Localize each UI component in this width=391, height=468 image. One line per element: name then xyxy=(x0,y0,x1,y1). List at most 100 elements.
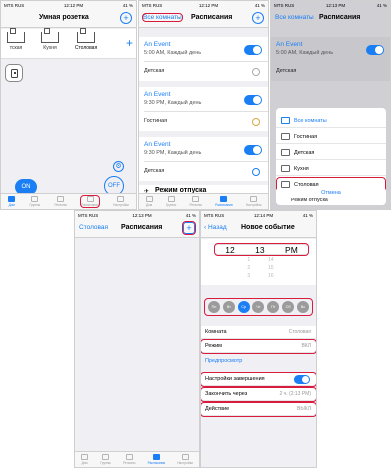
groups-icon xyxy=(102,454,109,460)
event-time: 5:00 AM, Каждый день xyxy=(276,50,334,56)
tab-home[interactable]: Дом xyxy=(81,454,89,465)
carrier-label: MTS RUS xyxy=(142,3,163,8)
day-fri[interactable]: Пт xyxy=(267,301,280,313)
action-row[interactable]: Действие ВЫКЛ xyxy=(201,402,316,417)
tab-home[interactable]: Дом xyxy=(145,196,153,207)
preview-link[interactable]: Предпросмотр xyxy=(201,355,316,368)
nav-bar: Все комнаты Расписания + xyxy=(139,10,268,28)
back-button[interactable]: ‹ Назад xyxy=(204,224,227,231)
settings-tab-icon xyxy=(250,196,258,202)
sofa-icon xyxy=(281,133,290,140)
add-room-icon[interactable]: + xyxy=(126,36,133,50)
plus-icon[interactable]: + xyxy=(120,12,132,24)
tab-schedules[interactable]: Расписания xyxy=(215,196,233,207)
phone-screen-new-event: MTS RUS 12:14 PM 41 % ‹ Назад Новое собы… xyxy=(200,210,317,468)
end-settings-row[interactable]: Настройки завершения xyxy=(201,372,316,387)
tab-regions[interactable]: Регионы xyxy=(123,454,135,465)
sheet-item-all-rooms[interactable]: Все комнаты xyxy=(276,114,386,128)
event-time: 9:30 PM, Каждый день xyxy=(144,150,202,156)
tab-groups[interactable]: Группы xyxy=(166,196,176,207)
mode-row[interactable]: Режим ВКЛ xyxy=(201,339,316,354)
day-tue[interactable]: Вт xyxy=(222,301,235,313)
schedule-item[interactable]: An Event 9:30 PM, Каждый день Детская xyxy=(139,137,268,181)
battery-label: 41 % xyxy=(302,213,313,218)
battery-label: 41 % xyxy=(376,3,387,8)
event-toggle[interactable] xyxy=(244,45,262,55)
settings-tab-icon xyxy=(181,454,189,460)
event-toggle[interactable] xyxy=(244,145,262,155)
carrier-label: MTS RUS xyxy=(204,213,225,218)
carrier-label: MTS RUS xyxy=(274,3,295,8)
socket-device-tile[interactable] xyxy=(5,64,23,82)
room-tab-dining[interactable]: Столовая xyxy=(73,28,99,59)
tab-groups[interactable]: Группы xyxy=(29,196,40,207)
room-tab-nursery[interactable]: тская xyxy=(3,28,29,59)
day-thu[interactable]: Чт xyxy=(252,301,265,313)
nav-bar: Столовая Расписания + xyxy=(75,220,199,238)
battery-label: 41 % xyxy=(122,3,133,8)
time-label: 12:12 PM xyxy=(198,3,219,8)
cancel-button[interactable]: Отмена xyxy=(276,188,386,198)
sheet-item-kitchen[interactable]: Кухня xyxy=(276,162,386,176)
picker-selected-row[interactable]: 12 13 PM xyxy=(214,243,309,256)
all-rooms-link[interactable]: Все комнаты xyxy=(275,14,314,21)
battery-label: 41 % xyxy=(254,3,265,8)
room-filter-link[interactable]: Столовая xyxy=(79,224,108,231)
tab-regions[interactable]: Регионы xyxy=(54,196,67,207)
time-picker[interactable]: 12 13 PM 1 14 2 15 3 16 xyxy=(201,239,316,285)
day-mon[interactable]: Пн xyxy=(208,301,220,313)
event-title: An Event xyxy=(144,141,171,148)
mode-value: ВКЛ xyxy=(301,343,311,349)
picker-ampm: PM xyxy=(285,244,298,255)
tab-settings[interactable]: Настройки xyxy=(177,454,193,465)
schedule-item-dimmed: An Event 5:00 AM, Каждый день Детская xyxy=(271,37,390,81)
event-room: Детская xyxy=(144,68,165,74)
dining-table-icon xyxy=(77,28,95,43)
page-title: Расписания xyxy=(191,14,233,21)
page-title: Расписания xyxy=(121,224,163,231)
bed-icon xyxy=(281,149,290,156)
end-settings-toggle[interactable] xyxy=(294,375,310,384)
sheet-item-living-room[interactable]: Гостиная xyxy=(276,130,386,144)
tab-schedules[interactable]: Расписания xyxy=(148,454,165,465)
plus-icon[interactable]: + xyxy=(182,221,196,235)
schedule-item[interactable]: An Event 5:00 AM, Каждый день Детская xyxy=(139,37,268,81)
plus-icon[interactable]: + xyxy=(252,12,264,24)
tab-settings[interactable]: Настройки xyxy=(246,196,261,207)
tab-settings[interactable]: Настройки xyxy=(113,196,129,207)
sheet-item-nursery[interactable]: Детская xyxy=(276,146,386,160)
day-sun[interactable]: Вс xyxy=(296,301,309,313)
room-row[interactable]: Комната Столовая xyxy=(201,326,316,339)
phone-screen-schedules-dining: MTS RUS 12:13 PM 41 % Столовая Расписани… xyxy=(74,210,200,468)
groups-icon xyxy=(167,196,175,202)
all-rooms-icon xyxy=(281,117,290,124)
status-bar: MTS RUS 12:12 PM 41 % xyxy=(1,1,136,10)
home-icon xyxy=(81,454,89,460)
event-toggle[interactable] xyxy=(244,95,262,105)
schedule-item[interactable]: An Event 9:30 PM, Каждый день Гостиная xyxy=(139,87,268,131)
time-label: 12:13 PM xyxy=(325,3,346,8)
page-title: Новое событие xyxy=(241,224,295,231)
settings-icon[interactable]: ⚙ xyxy=(113,161,124,172)
tab-home[interactable]: Дом xyxy=(8,196,16,207)
tab-schedules[interactable]: Расписания xyxy=(80,195,100,208)
time-label: 12:14 PM xyxy=(253,213,274,218)
day-wed[interactable]: Ср xyxy=(237,301,250,313)
room-label: Кухня xyxy=(43,45,57,51)
socket-icon xyxy=(11,69,18,78)
home-icon xyxy=(145,196,153,202)
room-label: Комната xyxy=(205,329,227,335)
room-tab-kitchen[interactable]: Кухня xyxy=(37,28,63,59)
tab-groups[interactable]: Группы xyxy=(100,454,111,465)
kitchen-icon xyxy=(41,28,59,43)
room-icon xyxy=(252,118,260,126)
time-label: 12:13 PM xyxy=(132,213,152,218)
tab-regions[interactable]: Регионы xyxy=(189,196,202,207)
day-sat[interactable]: Сб xyxy=(282,301,295,313)
all-rooms-link[interactable]: Все комнаты xyxy=(142,13,183,22)
schedule-icon xyxy=(220,196,228,202)
regions-icon xyxy=(192,196,200,202)
status-bar: MTS RUS 12:13 PM 41 % xyxy=(75,211,199,220)
end-after-row[interactable]: Закончить через 2 ч. (2:13 PM) xyxy=(201,387,316,402)
page-title: Умная розетка xyxy=(39,14,89,21)
